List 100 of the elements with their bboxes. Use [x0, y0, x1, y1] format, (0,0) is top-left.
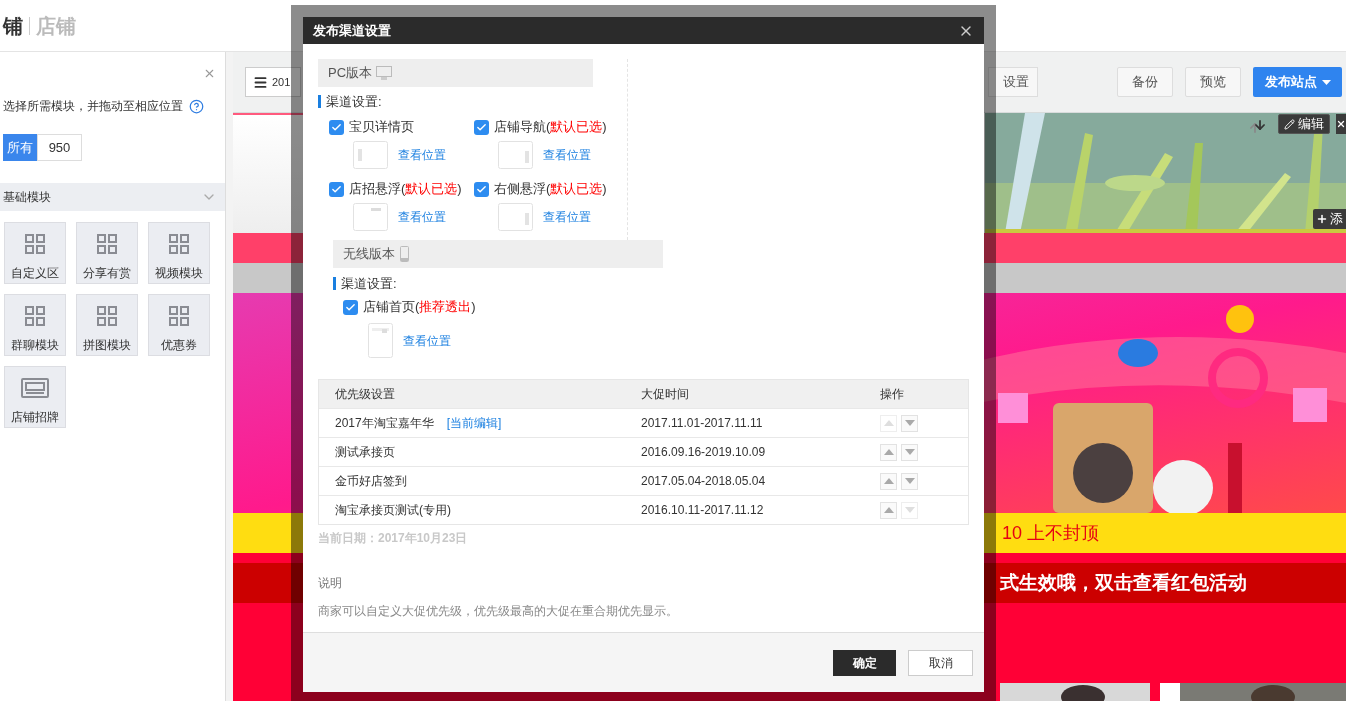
table-cell-text: 2016.10.11-2017.11.12 [640, 502, 765, 519]
page-thumbnail-icon [353, 141, 388, 169]
checkbox[interactable] [474, 181, 489, 197]
cancel-button[interactable]: 取消 [908, 649, 973, 676]
confirm-button[interactable]: 确定 [833, 649, 896, 676]
table-cell-text: 金币好店签到 [335, 473, 407, 490]
view-position-link[interactable]: 查看位置 [398, 146, 446, 164]
checkbox[interactable] [474, 119, 489, 135]
column-header: 操作 [879, 386, 904, 403]
dialog-title: 发布渠道设置 [313, 21, 391, 40]
triangle-up-icon [883, 420, 894, 426]
close-button[interactable] [1336, 114, 1346, 134]
current-edit-link[interactable]: [当前编辑] [446, 414, 502, 432]
checkbox-label: 店铺导航(默认已选) [494, 118, 607, 137]
page-select-button[interactable]: 201 [245, 67, 302, 97]
checkbox[interactable] [329, 181, 344, 197]
module-tile[interactable]: 视频模块 [148, 222, 210, 284]
triangle-down-icon [904, 420, 915, 426]
table-cell-text: 2017.11.01-2017.11.11 [640, 415, 764, 432]
module-label: 群聊模块 [11, 337, 59, 354]
edit-button[interactable]: 编辑 [1278, 114, 1330, 134]
view-position-link[interactable]: 查看位置 [403, 332, 451, 350]
settings-button[interactable]: 设置 [988, 67, 1038, 97]
channel-label: 渠道设置: [326, 92, 382, 111]
section-header[interactable]: 基础模块 [0, 183, 225, 211]
header-title: 店铺 [36, 13, 76, 39]
check-icon [476, 183, 487, 195]
triangle-up-icon [883, 449, 894, 455]
explanation-text: 商家可以自定义大促优先级，优先级最高的大促在重合期优先显示。 [318, 603, 679, 620]
grid-icon [25, 306, 45, 326]
panel-hint: 选择所需模块，并拖动至相应位置 [3, 98, 183, 115]
module-tile[interactable]: 群聊模块 [4, 294, 66, 356]
width-field[interactable]: 950 [37, 134, 82, 161]
notice-text: 式生效哦，双击查看红包活动 [1000, 570, 1247, 595]
grid-icon [169, 234, 189, 254]
plus-icon [1316, 213, 1328, 225]
page-thumbnail-icon [368, 323, 393, 358]
check-icon [331, 121, 342, 133]
module-tile[interactable]: 拼图模块 [76, 294, 138, 356]
toolbar-button[interactable]: 备份 [1117, 67, 1173, 97]
caret-icon [1321, 79, 1331, 85]
triangle-down-icon [904, 449, 915, 455]
section-title: PC版本 [328, 64, 373, 83]
grid-icon [25, 234, 45, 254]
grid-icon [97, 234, 117, 254]
checkbox[interactable] [329, 119, 344, 135]
module-label: 分享有赏 [83, 265, 131, 282]
checkbox[interactable] [343, 299, 358, 315]
triangle-up-icon [883, 507, 894, 513]
table-cell-text: 2017.05.04-2018.05.04 [640, 473, 767, 490]
toolbar-button[interactable]: 预览 [1185, 67, 1241, 97]
arrow-down-icon[interactable] [1253, 118, 1267, 132]
module-label: 自定义区 [11, 265, 59, 282]
check-icon [476, 121, 487, 133]
module-tile[interactable]: 店铺招牌 [4, 366, 66, 428]
page-thumbnail-icon [498, 203, 533, 231]
explanation-title: 说明 [318, 575, 343, 592]
move-down-button[interactable] [901, 443, 918, 461]
pencil-icon [1284, 118, 1295, 130]
table-cell-text: 2017年淘宝嘉年华 [335, 415, 434, 432]
move-up-button[interactable] [880, 443, 897, 461]
table-cell-text: 淘宝承接页测试(专用) [335, 502, 451, 519]
module-tile[interactable]: 自定义区 [4, 222, 66, 284]
module-tile[interactable]: 分享有赏 [76, 222, 138, 284]
checkbox-label: 店招悬浮(默认已选) [349, 180, 462, 199]
view-position-link[interactable]: 查看位置 [543, 208, 591, 226]
page-thumbnail-icon [353, 203, 388, 231]
add-button[interactable]: 添 [1313, 209, 1346, 229]
publish-button[interactable]: 发布站点 [1253, 67, 1342, 97]
module-tile[interactable]: 优惠券 [148, 294, 210, 356]
logo-text: 铺 [3, 13, 23, 39]
module-label: 店铺招牌 [11, 409, 59, 426]
triangle-down-icon [904, 507, 915, 513]
move-up-button[interactable] [880, 472, 897, 490]
move-down-button[interactable] [901, 472, 918, 490]
grid-icon [169, 306, 189, 326]
table-cell-text: 2016.09.16-2019.10.09 [640, 444, 767, 461]
view-position-link[interactable]: 查看位置 [398, 208, 446, 226]
checkbox-label: 右侧悬浮(默认已选) [494, 180, 607, 199]
check-icon [331, 183, 342, 195]
grid-icon [97, 306, 117, 326]
triangle-down-icon [904, 478, 915, 484]
section-title: 无线版本 [343, 245, 395, 264]
move-up-button[interactable] [880, 501, 897, 519]
view-position-link[interactable]: 查看位置 [543, 146, 591, 164]
monitor-icon [376, 66, 393, 80]
move-down-button[interactable] [901, 414, 918, 432]
page-thumbnail-icon [498, 141, 533, 169]
section-title: 基础模块 [3, 189, 51, 206]
monitor-icon [21, 378, 49, 398]
help-icon[interactable] [189, 98, 204, 114]
triangle-up-icon [883, 478, 894, 484]
checkbox-label: 店铺首页(推荐透出) [363, 298, 476, 317]
phone-icon [400, 246, 409, 262]
filter-button[interactable]: 所有 [3, 134, 37, 161]
module-label: 优惠券 [161, 337, 197, 354]
promo-text: 10 上不封顶 [1002, 521, 1100, 545]
menu-icon [253, 74, 268, 90]
checkbox-label: 宝贝详情页 [349, 118, 414, 137]
module-label: 视频模块 [155, 265, 203, 282]
